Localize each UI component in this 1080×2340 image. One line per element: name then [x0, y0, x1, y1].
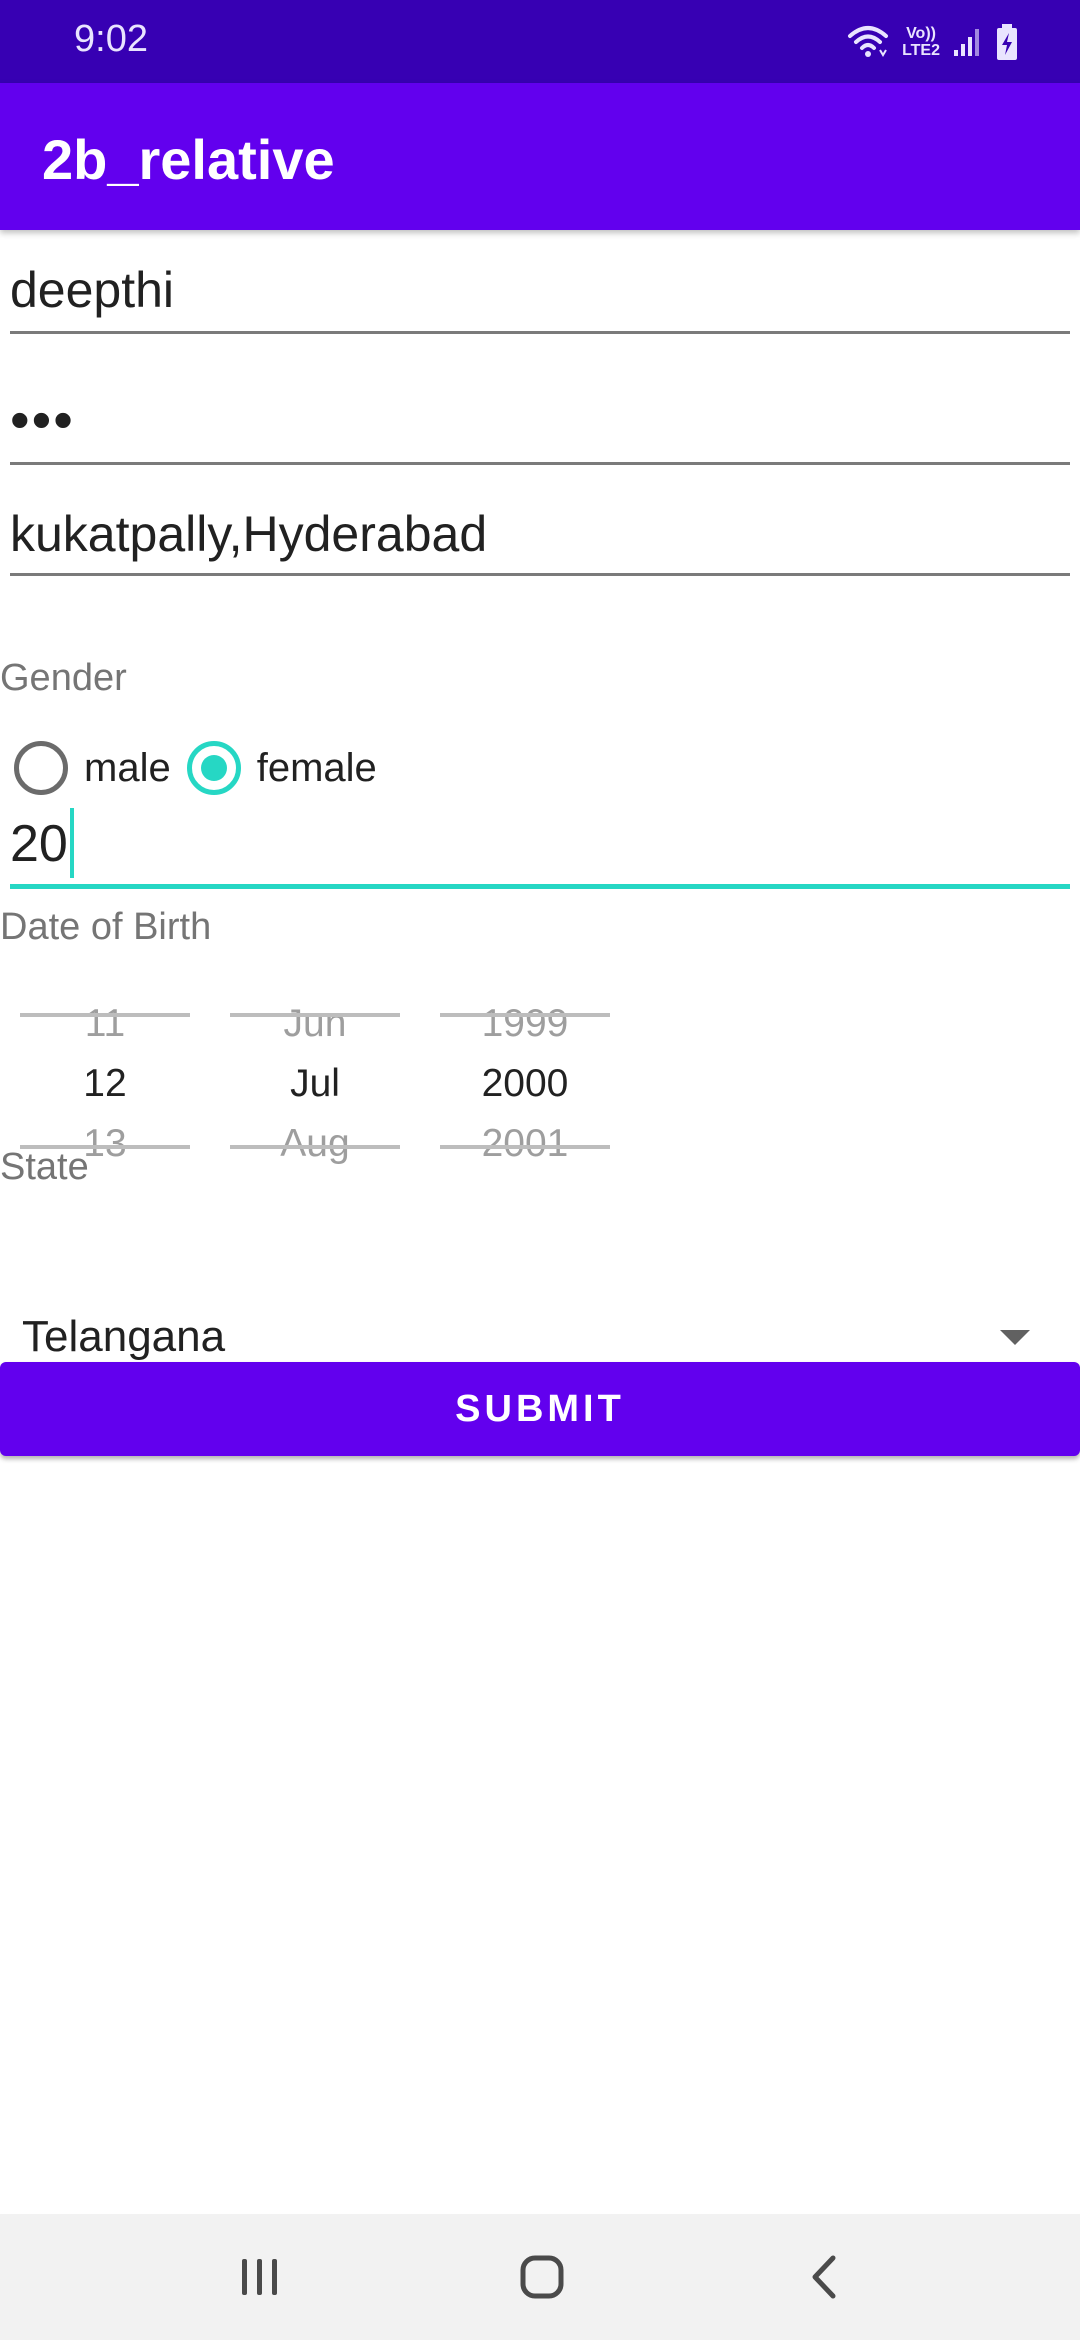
home-button[interactable]	[482, 2214, 602, 2340]
network-line1: Vo))	[906, 25, 936, 42]
age-value: 20	[10, 815, 68, 873]
network-line2: LTE2	[902, 42, 940, 59]
text-cursor	[70, 808, 74, 878]
home-icon	[520, 2255, 564, 2299]
state-label: State	[0, 1146, 89, 1188]
day-current[interactable]: 12	[20, 1062, 190, 1106]
recent-apps-button[interactable]	[200, 2214, 320, 2340]
year-divider-bottom	[440, 1145, 610, 1149]
radio-male[interactable]: male	[14, 741, 171, 795]
name-field[interactable]: deepthi	[10, 255, 1070, 334]
app-bar: 2b_relative	[0, 83, 1080, 230]
radio-female[interactable]: female	[186, 741, 377, 795]
day-prev[interactable]: 11	[20, 1002, 190, 1046]
password-value: •••	[10, 388, 75, 451]
submit-button[interactable]: SUBMIT	[0, 1362, 1080, 1456]
wifi-icon	[848, 26, 889, 57]
address-value: kukatpally,Hyderabad	[10, 506, 488, 562]
radio-male-circle[interactable]	[14, 741, 68, 795]
year-picker[interactable]: 1999 2000 2001	[440, 990, 610, 1190]
back-button[interactable]	[764, 2214, 884, 2340]
address-field[interactable]: kukatpally,Hyderabad	[10, 500, 1070, 576]
status-icons: Vo)) LTE2	[846, 20, 1020, 64]
app-title: 2b_relative	[42, 128, 335, 191]
month-divider-top	[230, 1013, 400, 1017]
year-next[interactable]: 2001	[440, 1122, 610, 1166]
screen: 9:02 Vo)) LTE2 2b_relative deepthi ••• k…	[0, 0, 1080, 2340]
battery-charging-icon	[997, 24, 1017, 60]
month-next[interactable]: Aug	[230, 1122, 400, 1166]
month-picker[interactable]: Jun Jul Aug	[230, 990, 400, 1190]
year-prev[interactable]: 1999	[440, 1002, 610, 1046]
radio-male-label[interactable]: male	[84, 746, 171, 791]
signal-icon	[954, 29, 979, 56]
month-divider-bottom	[230, 1145, 400, 1149]
status-bar: 9:02 Vo)) LTE2	[0, 0, 1080, 83]
age-field[interactable]: 20	[10, 805, 1070, 889]
status-time: 9:02	[74, 18, 148, 60]
month-current[interactable]: Jul	[230, 1062, 400, 1106]
recent-apps-icon	[242, 2259, 277, 2295]
day-divider-top	[20, 1013, 190, 1017]
name-value: deepthi	[10, 262, 175, 318]
radio-female-label[interactable]: female	[257, 746, 377, 791]
month-prev[interactable]: Jun	[230, 1002, 400, 1046]
back-icon	[812, 2255, 836, 2299]
dropdown-arrow-icon	[1000, 1330, 1030, 1345]
state-dropdown[interactable]: Telangana	[0, 1300, 1080, 1362]
password-field[interactable]: •••	[10, 385, 1070, 465]
state-value: Telangana	[22, 1312, 226, 1361]
dob-label: Date of Birth	[0, 906, 212, 948]
navigation-bar	[0, 2214, 1080, 2340]
year-divider-top	[440, 1013, 610, 1017]
gender-label: Gender	[0, 657, 127, 699]
volte-lte-icon: Vo)) LTE2	[902, 25, 940, 59]
year-current[interactable]: 2000	[440, 1062, 610, 1106]
gender-radio-group: male female	[14, 738, 393, 798]
radio-female-circle[interactable]	[186, 741, 241, 795]
